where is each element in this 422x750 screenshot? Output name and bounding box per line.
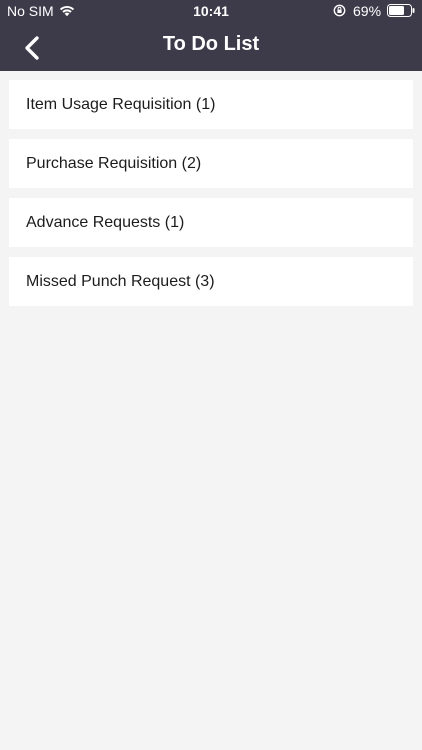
todo-item-purchase-requisition[interactable]: Purchase Requisition (2) bbox=[9, 139, 413, 188]
todo-item-label: Item Usage Requisition (1) bbox=[26, 95, 216, 113]
battery-percent: 69% bbox=[353, 3, 382, 19]
todo-item-label: Purchase Requisition (2) bbox=[26, 154, 202, 172]
todo-item-label: Missed Punch Request (3) bbox=[26, 272, 215, 290]
status-bar: No SIM 10:41 69% bbox=[0, 0, 422, 22]
todo-screen: No SIM 10:41 69% To Do List Item Usage R… bbox=[0, 0, 422, 750]
header: No SIM 10:41 69% To Do List bbox=[0, 0, 422, 71]
todo-list: Item Usage Requisition (1) Purchase Requ… bbox=[9, 80, 413, 316]
battery-icon bbox=[387, 4, 415, 17]
rotation-lock-icon bbox=[333, 4, 346, 17]
todo-item-advance-requests[interactable]: Advance Requests (1) bbox=[9, 198, 413, 247]
nav-bar: To Do List bbox=[0, 22, 422, 71]
page-title: To Do List bbox=[162, 33, 260, 55]
todo-item-missed-punch-request[interactable]: Missed Punch Request (3) bbox=[9, 257, 413, 306]
todo-item-item-usage-requisition[interactable]: Item Usage Requisition (1) bbox=[9, 80, 413, 129]
todo-item-label: Advance Requests (1) bbox=[26, 213, 185, 231]
